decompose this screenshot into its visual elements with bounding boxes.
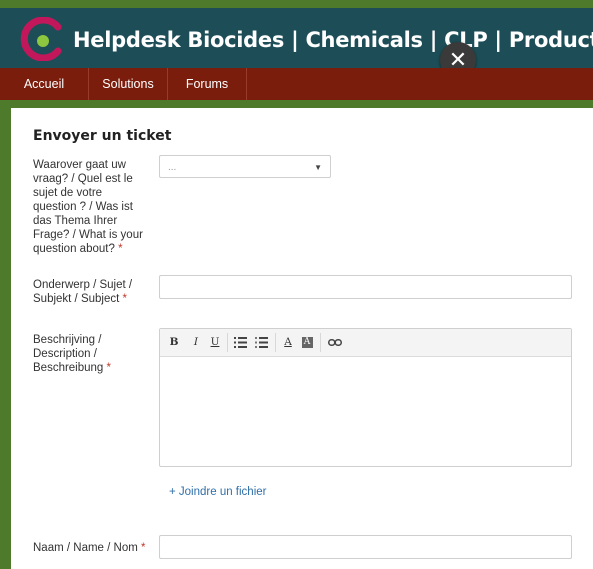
main-nav: Accueil Solutions Forums (0, 68, 593, 100)
description-label: Beschrijving / Description / Beschreibun… (33, 333, 111, 375)
subject-label-last: Subjekt / Subject (33, 293, 120, 305)
topic-label-line: question about? * (33, 242, 143, 256)
description-editor[interactable]: B I U A A (159, 328, 572, 467)
background-color-swatch: A (301, 336, 313, 348)
description-label-last: Beschreibung (33, 362, 104, 374)
subject-input[interactable] (159, 275, 572, 299)
subject-label: Onderwerp / Sujet / Subjekt / Subject * (33, 278, 132, 306)
italic-icon[interactable]: I (188, 329, 204, 356)
site-title[interactable]: Helpdesk Biocides | Chemicals | CLP | Pr… (73, 28, 593, 52)
subject-label-line: Onderwerp / Sujet / (33, 279, 133, 291)
topic-label: Waarover gaat uw vraag? / Quel est le su… (33, 158, 143, 256)
topic-label-line: vraag? / Quel est le (33, 173, 133, 185)
ticket-form-panel: Envoyer un ticket Waarover gaat uw vraag… (11, 108, 593, 569)
topic-label-line: question ? / Was ist (33, 201, 133, 213)
background-color-icon[interactable]: A (299, 329, 315, 356)
underline-icon[interactable]: U (207, 329, 223, 356)
topic-select[interactable]: ... ▼ (159, 155, 331, 178)
topic-label-line: sujet de votre (33, 187, 103, 199)
nav-item-forums[interactable]: Forums (168, 68, 247, 100)
numbered-list-icon[interactable] (255, 337, 268, 348)
top-accent-strip (0, 0, 593, 8)
nav-item-solutions[interactable]: Solutions (89, 68, 168, 100)
attach-file-link[interactable]: + Joindre un fichier (169, 486, 267, 498)
form-title: Envoyer un ticket (33, 128, 172, 144)
toolbar-separator (320, 333, 321, 352)
bullet-list-icon[interactable] (234, 337, 247, 348)
description-label-line: Beschreibung * (33, 361, 111, 375)
required-mark: * (141, 542, 146, 554)
topic-label-line: das Thema Ihrer (33, 215, 118, 227)
subject-label-line: Subjekt / Subject * (33, 292, 132, 306)
topic-label-last: question about? (33, 243, 115, 255)
toolbar-separator (227, 333, 228, 352)
required-mark: * (118, 243, 123, 255)
required-mark: * (122, 293, 127, 305)
link-icon[interactable] (328, 339, 342, 346)
text-color-icon[interactable]: A (280, 329, 296, 356)
description-text-area[interactable] (160, 357, 571, 466)
description-label-line: Description / (33, 348, 97, 360)
nav-item-accueil[interactable]: Accueil (0, 68, 89, 100)
required-mark: * (106, 362, 112, 374)
description-label-line: Beschrijving / (33, 334, 102, 346)
topic-select-value: ... (168, 162, 177, 173)
name-label-text: Naam / Name / Nom (33, 542, 138, 554)
chevron-down-icon: ▼ (314, 163, 322, 172)
topic-label-line: Waarover gaat uw (33, 159, 126, 171)
editor-toolbar: B I U A A (160, 329, 571, 357)
topic-label-line: Frage? / What is your (33, 229, 143, 241)
name-input[interactable] (159, 535, 572, 559)
name-label: Naam / Name / Nom * (33, 541, 146, 555)
toolbar-separator (275, 333, 276, 352)
green-divider (0, 100, 593, 108)
bold-icon[interactable]: B (166, 329, 182, 356)
helpdesk-logo-icon (20, 17, 62, 61)
